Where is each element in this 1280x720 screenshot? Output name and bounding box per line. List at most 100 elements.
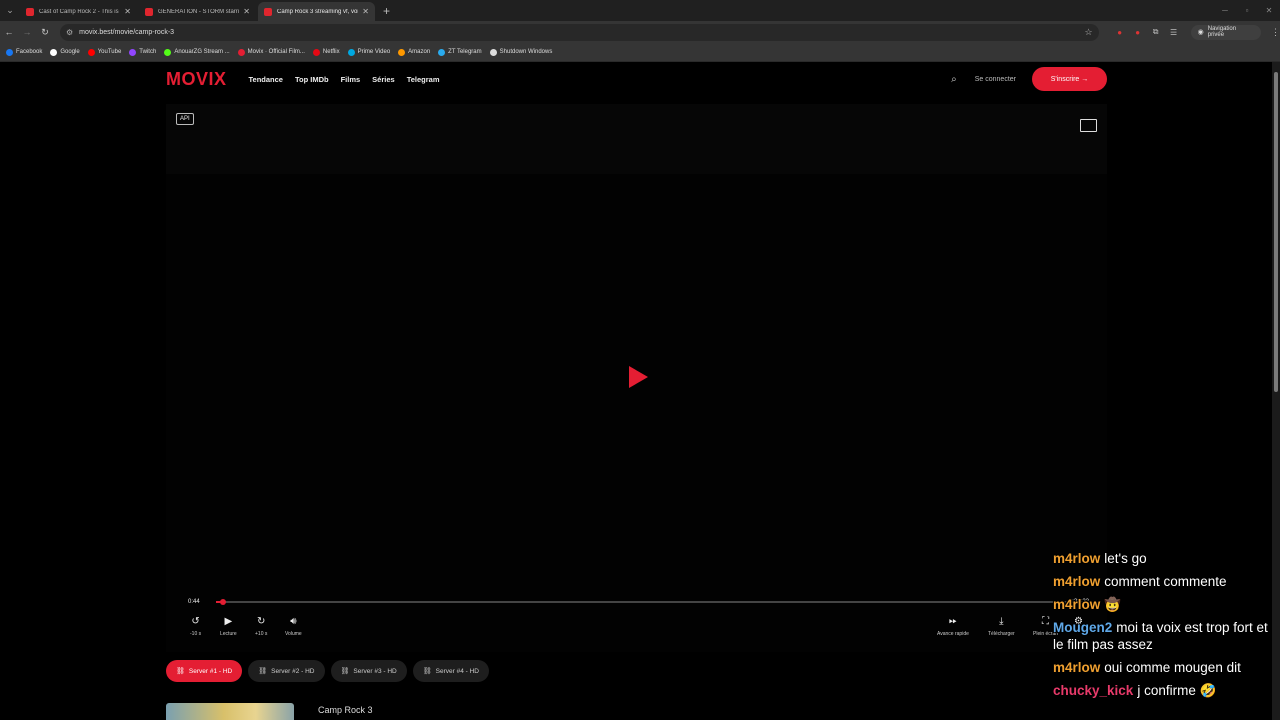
close-tab-icon[interactable]: ✕ (243, 7, 250, 16)
bookmark-item[interactable]: ZT Telegram (438, 48, 482, 56)
link-icon: ⛓ (422, 668, 432, 675)
rewind-10-icon: ↺ (191, 616, 200, 627)
server-button[interactable]: ⛓ Server #4 - HD (412, 660, 489, 682)
address-bar[interactable]: ⚙ movix.best/movie/camp-rock-3 ☆ (59, 23, 1099, 41)
volume-button[interactable]: 🔊︎ Volume (285, 616, 302, 637)
big-play-icon[interactable] (629, 366, 648, 388)
bookmark-label: Prime Video (357, 49, 391, 55)
download-icon: ⤓ (999, 616, 1004, 627)
server-button[interactable]: ⛓ Server #1 - HD (166, 660, 243, 682)
extension-icon[interactable]: ● (1129, 28, 1147, 37)
tab-search-icon[interactable]: ⌄ (0, 0, 20, 21)
tab-title: Cast of Camp Rock 2 - This is O (39, 8, 121, 15)
youtube-favicon-icon (145, 7, 153, 16)
cast-icon[interactable] (1080, 119, 1097, 132)
bookmark-item[interactable]: Movix · Official Film... (237, 48, 305, 56)
close-window-icon[interactable]: ✕ (1258, 0, 1280, 21)
chat-text: let's go (1104, 551, 1147, 566)
play-button[interactable]: ▶ Lecture (220, 616, 237, 637)
bookmark-item[interactable]: Twitch (129, 48, 157, 56)
player-controls: ↺ -10 s ▶ Lecture ↻ +10 s 🔊︎ Volume ⏩︎ A… (166, 616, 1107, 640)
reload-icon[interactable]: ↻ (36, 27, 54, 38)
server-label: Server #3 - HD (353, 667, 397, 675)
progress-bar[interactable] (216, 599, 1086, 605)
close-tab-icon[interactable]: ✕ (124, 7, 131, 16)
chat-username: Mougen2 (1053, 620, 1113, 635)
server-button[interactable]: ⛓ Server #3 - HD (330, 660, 407, 682)
nav-link-tendance[interactable]: Tendance (249, 75, 283, 84)
browser-tab[interactable]: GENERATION - STORM starring ✕ (139, 2, 256, 21)
scrollbar-thumb[interactable] (1274, 72, 1278, 392)
tab-title: GENERATION - STORM starring (158, 8, 240, 15)
close-tab-icon[interactable]: ✕ (362, 7, 369, 16)
bookmark-favicon-icon (347, 48, 355, 56)
chat-message: m4rlow 🤠 (1053, 596, 1280, 613)
server-label: Server #4 - HD (435, 667, 479, 675)
bookmark-item[interactable]: AnouarZG Stream ... (164, 48, 230, 56)
chat-message: m4rlow comment commente (1053, 573, 1280, 590)
extensions-puzzle-icon[interactable]: ⧉ (1147, 27, 1165, 37)
search-icon[interactable]: ⌕ (951, 74, 957, 85)
bookmark-label: Twitch (139, 49, 157, 55)
url-text: movix.best/movie/camp-rock-3 (79, 28, 175, 36)
new-tab-icon[interactable]: + (383, 4, 390, 18)
control-label: Avance rapide (937, 631, 969, 637)
signup-button[interactable]: S'inscrire → (1032, 67, 1107, 91)
bookmark-favicon-icon (129, 48, 137, 56)
chat-message: Mougen2 moi ta voix est trop fort et le f… (1053, 619, 1280, 653)
control-label: +10 s (255, 631, 268, 637)
chat-username: chucky_kick (1053, 683, 1134, 698)
bookmark-favicon-icon (87, 48, 95, 56)
nav-link-films[interactable]: Films (341, 75, 361, 84)
bookmark-favicon-icon (237, 48, 245, 56)
back-icon[interactable]: ← (0, 27, 18, 37)
menu-icon[interactable]: ⋮ (1271, 27, 1280, 38)
forward-button[interactable]: ↻ +10 s (255, 616, 267, 637)
bookmark-star-icon[interactable]: ☆ (1085, 27, 1093, 38)
download-button[interactable]: ⤓ Télécharger (988, 616, 1015, 637)
site-logo[interactable]: MOVIX (166, 69, 227, 90)
control-label: Lecture (220, 631, 237, 637)
progress-knob[interactable] (219, 599, 226, 605)
volume-icon: 🔊︎ (290, 616, 297, 627)
current-time: 0:44 (188, 599, 200, 605)
bookmark-item[interactable]: Netflix (312, 48, 340, 56)
chat-text: oui comme mougen dit (1104, 660, 1241, 675)
bookmark-item[interactable]: Facebook (6, 48, 42, 56)
fast-forward-button[interactable]: ⏩︎ Avance rapide (937, 616, 969, 637)
browser-tab-bar: ⌄ Cast of Camp Rock 2 - This is O ✕ GENE… (0, 0, 1280, 21)
extension-icon[interactable]: ● (1111, 28, 1129, 37)
nav-link-top-imdb[interactable]: Top IMDb (295, 75, 329, 84)
server-button[interactable]: ⛓ Server #2 - HD (248, 660, 325, 682)
fast-forward-icon: ⏩︎ (948, 616, 957, 627)
login-link[interactable]: Se connecter (975, 76, 1016, 83)
chat-message: m4rlow let's go (1053, 550, 1280, 567)
control-label: -10 s (190, 631, 202, 637)
bookmark-item[interactable]: Prime Video (347, 48, 391, 56)
chat-username: m4rlow (1053, 574, 1101, 589)
nav-link-telegram[interactable]: Telegram (407, 75, 440, 84)
bookmark-item[interactable]: Google (50, 48, 80, 56)
bookmark-favicon-icon (6, 48, 13, 56)
bookmark-label: ZT Telegram (448, 49, 482, 55)
forward-icon[interactable]: → (18, 27, 36, 37)
server-label: Server #1 - HD (188, 667, 233, 675)
reading-list-icon[interactable]: ☰ (1165, 28, 1183, 37)
rewind-button[interactable]: ↺ -10 s (190, 616, 201, 637)
site-info-icon[interactable]: ⚙ (66, 28, 73, 37)
video-player[interactable]: API 0:44 1:32:22 ↺ -10 s ▶ Lecture ↻ +10… (166, 104, 1107, 652)
browser-tab-active[interactable]: Camp Rock 3 streaming vf, voix ✕ (258, 2, 375, 21)
chat-username: m4rlow (1053, 660, 1101, 675)
minimize-icon[interactable]: ─ (1214, 0, 1236, 21)
browser-tab[interactable]: Cast of Camp Rock 2 - This is O ✕ (20, 2, 137, 21)
incognito-badge[interactable]: ◉ Navigation privée (1190, 24, 1262, 40)
bookmark-item[interactable]: Amazon (398, 48, 430, 56)
chat-text: j confirme 🤣 (1137, 683, 1217, 698)
bookmark-favicon-icon (50, 48, 58, 56)
bookmark-item[interactable]: YouTube (87, 48, 121, 56)
chat-message: chucky_kick j confirme 🤣 (1053, 682, 1280, 699)
nav-link-series[interactable]: Séries (372, 75, 395, 84)
bookmark-label: Shutdown Windows (499, 49, 553, 55)
bookmark-item[interactable]: Shutdown Windows (489, 48, 553, 56)
maximize-icon[interactable]: ▫ (1236, 0, 1258, 21)
